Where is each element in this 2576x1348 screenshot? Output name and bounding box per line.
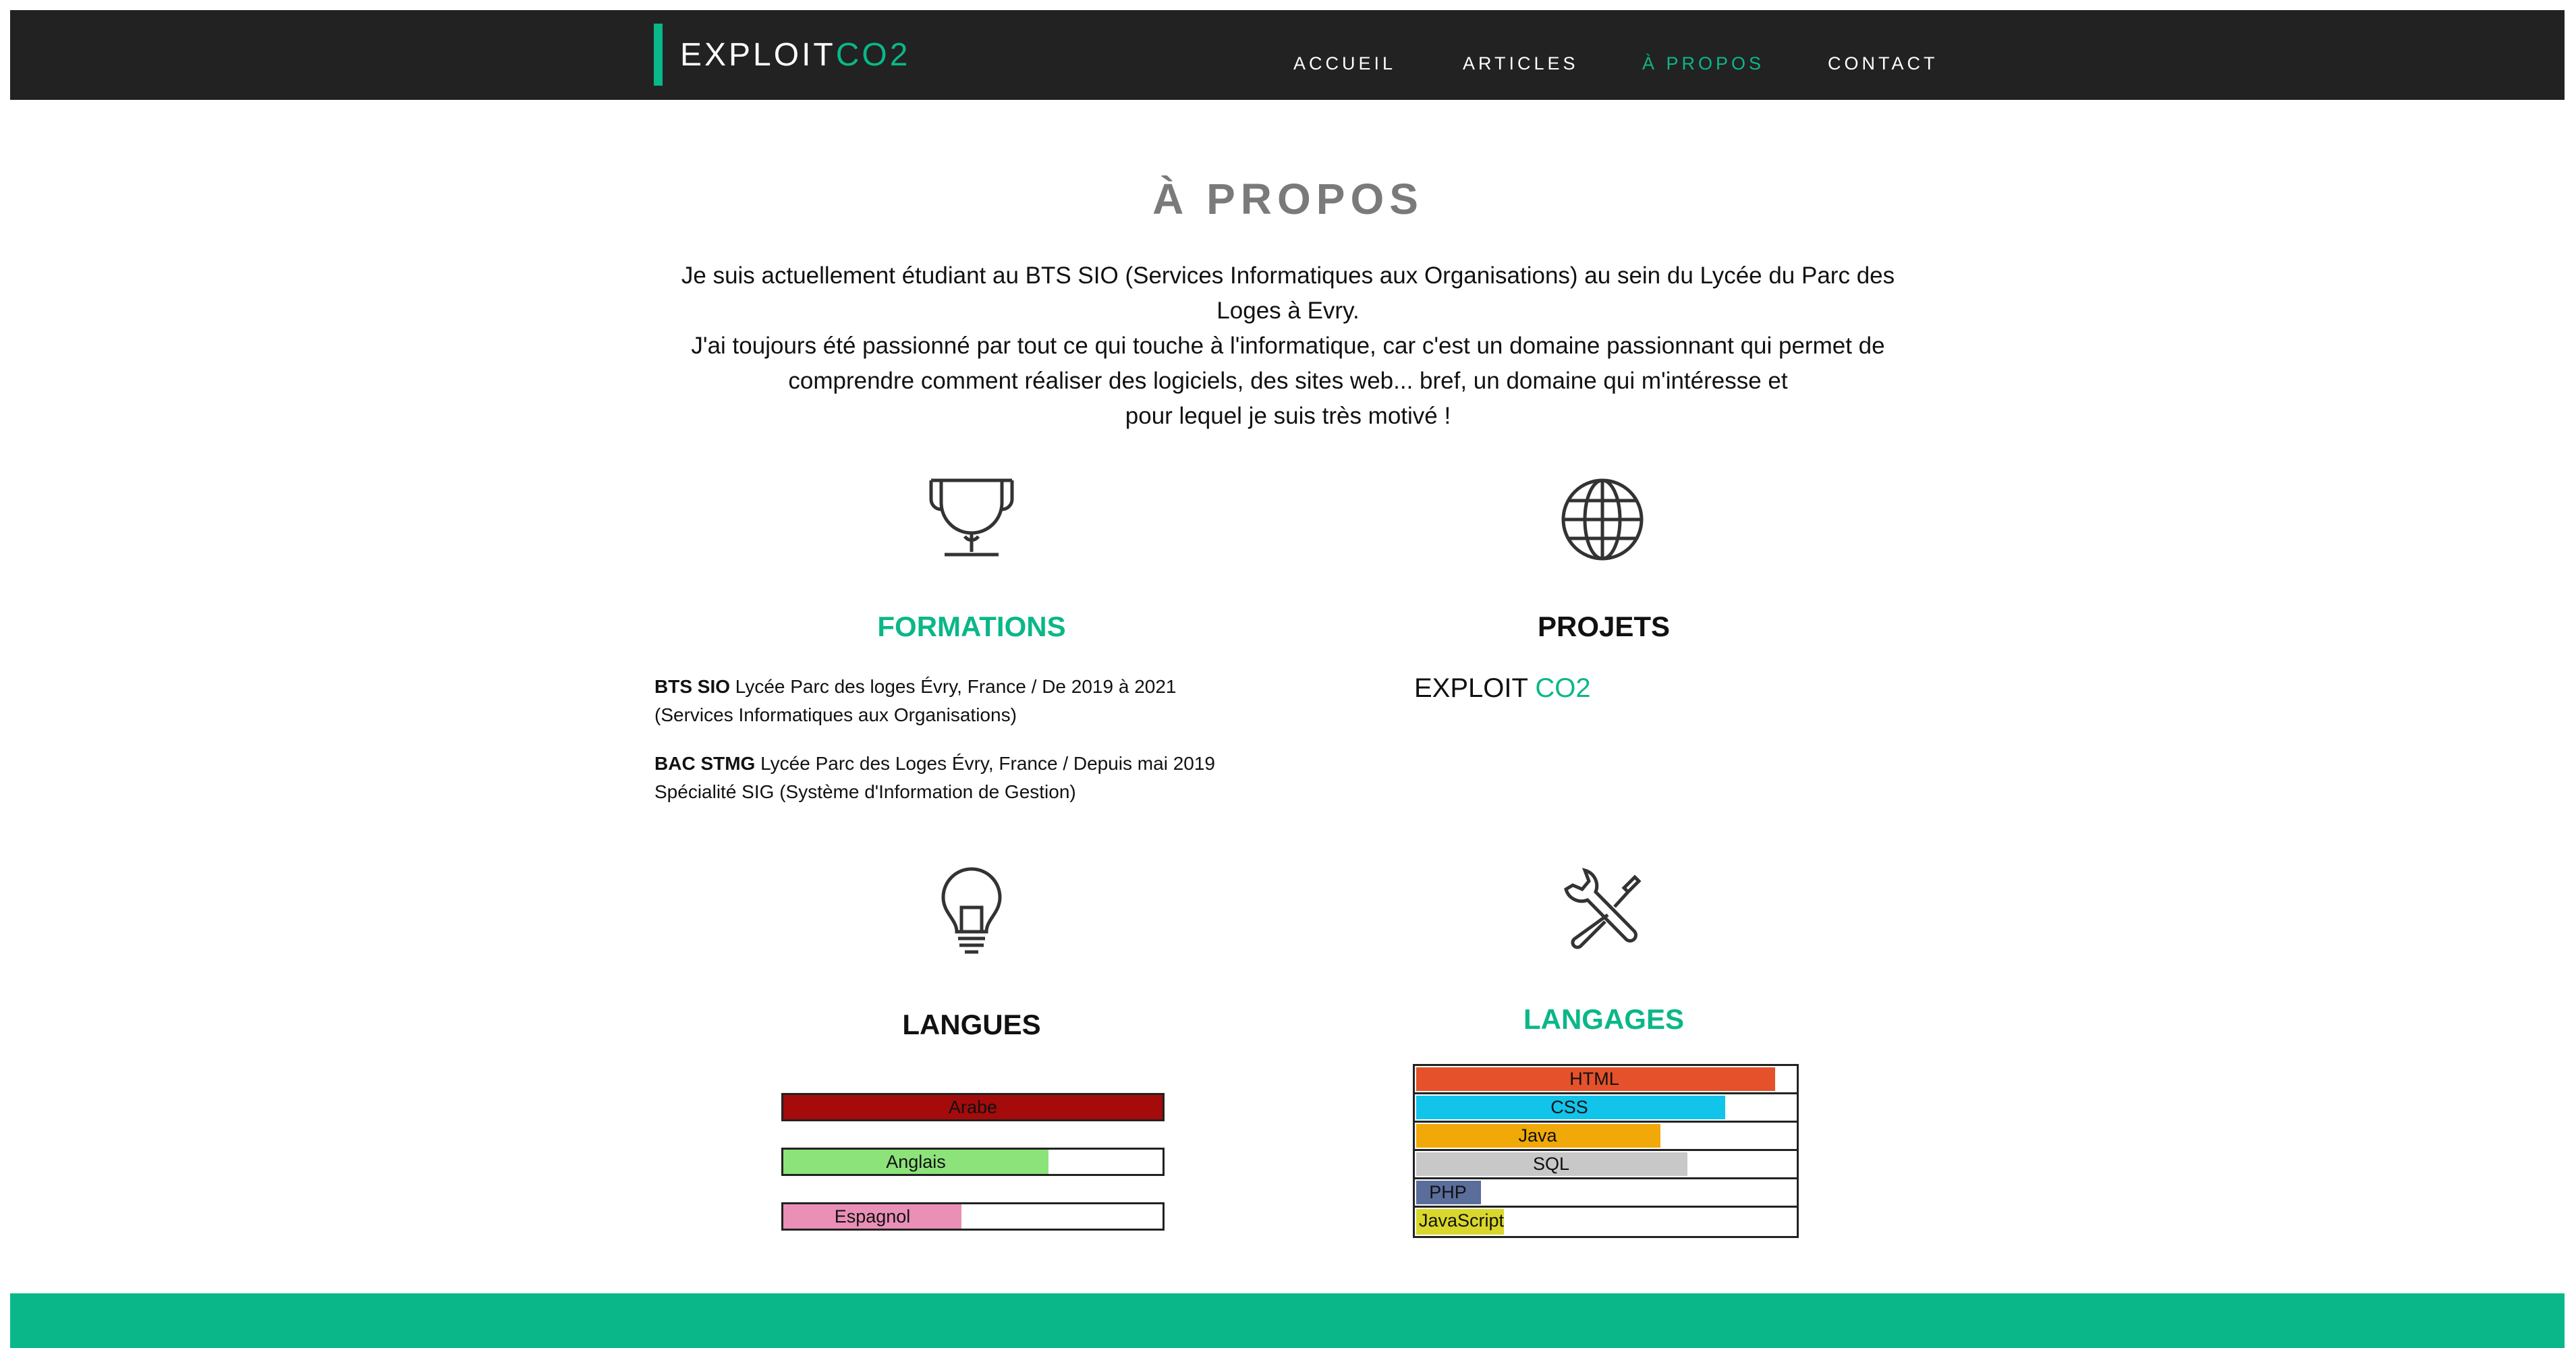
skill-label-java: Java bbox=[1518, 1125, 1557, 1146]
langages-title: LANGAGES bbox=[1523, 1003, 1684, 1035]
projets-title: PROJETS bbox=[1537, 611, 1671, 642]
trophy-icon bbox=[924, 472, 1019, 567]
brand-text: EXPLOITCO2 bbox=[680, 36, 911, 73]
lightbulb-icon bbox=[924, 867, 1019, 961]
formation-item-bts: BTS SIO Lycée Parc des loges Évry, Franc… bbox=[654, 676, 1177, 725]
skill-label-sql: SQL bbox=[1532, 1154, 1570, 1174]
skill-label-javascript: JavaScript bbox=[1419, 1210, 1505, 1231]
skill-row-java: Java bbox=[1415, 1123, 1797, 1151]
language-bar-espagnol: Espagnol bbox=[781, 1202, 1165, 1231]
language-bar-anglais: Anglais bbox=[781, 1148, 1165, 1176]
skill-row-css: CSS bbox=[1415, 1094, 1797, 1123]
langues-title: LANGUES bbox=[902, 1009, 1041, 1040]
language-bar-arabe: Arabe bbox=[781, 1093, 1165, 1121]
skill-label-php: PHP bbox=[1429, 1182, 1467, 1202]
intro-paragraph-1: Je suis actuellement étudiant au BTS SIO… bbox=[681, 262, 1895, 324]
language-label-espagnol: Espagnol bbox=[834, 1206, 911, 1227]
skill-row-php: PHP bbox=[1415, 1179, 1797, 1208]
globe-icon bbox=[1555, 472, 1650, 567]
skill-row-html: HTML bbox=[1415, 1066, 1797, 1094]
nav-link-articles[interactable]: ARTICLES bbox=[1463, 53, 1579, 74]
tools-icon bbox=[1555, 864, 1650, 958]
intro-paragraph-2: J'ai toujours été passionné par tout ce … bbox=[691, 333, 1885, 394]
skill-label-html: HTML bbox=[1569, 1069, 1619, 1089]
skill-row-sql: SQL bbox=[1415, 1151, 1797, 1179]
formations-title: FORMATIONS bbox=[877, 611, 1066, 642]
nav-link-contact[interactable]: CONTACT bbox=[1828, 53, 1938, 74]
skills-list: HTML CSS Java SQL PHP JavaScript bbox=[1413, 1064, 1799, 1238]
language-label-arabe: Arabe bbox=[948, 1097, 998, 1117]
page-title: À PROPOS bbox=[1152, 175, 1424, 223]
skill-row-javascript: JavaScript bbox=[1415, 1208, 1797, 1236]
project-link-exploit-co2[interactable]: EXPLOIT CO2 bbox=[1414, 673, 1591, 704]
nav-link-a-propos[interactable]: À PROPOS bbox=[1642, 53, 1764, 74]
nav-link-accueil[interactable]: ACCUEIL bbox=[1293, 53, 1396, 74]
skill-label-css: CSS bbox=[1550, 1097, 1588, 1117]
language-label-anglais: Anglais bbox=[886, 1152, 946, 1172]
navbar: EXPLOITCO2 ACCUEIL ARTICLES À PROPOS CON… bbox=[10, 10, 2565, 100]
intro-text: Je suis actuellement étudiant au BTS SIO… bbox=[648, 258, 1928, 434]
intro-paragraph-3: pour lequel je suis très motivé ! bbox=[1125, 403, 1451, 429]
brand-accent-bar bbox=[654, 24, 663, 86]
formation-item-bac: BAC STMG Lycée Parc des Loges Évry, Fran… bbox=[654, 753, 1215, 802]
brand-logo[interactable]: EXPLOITCO2 bbox=[654, 24, 910, 86]
footer-bar bbox=[10, 1293, 2565, 1348]
